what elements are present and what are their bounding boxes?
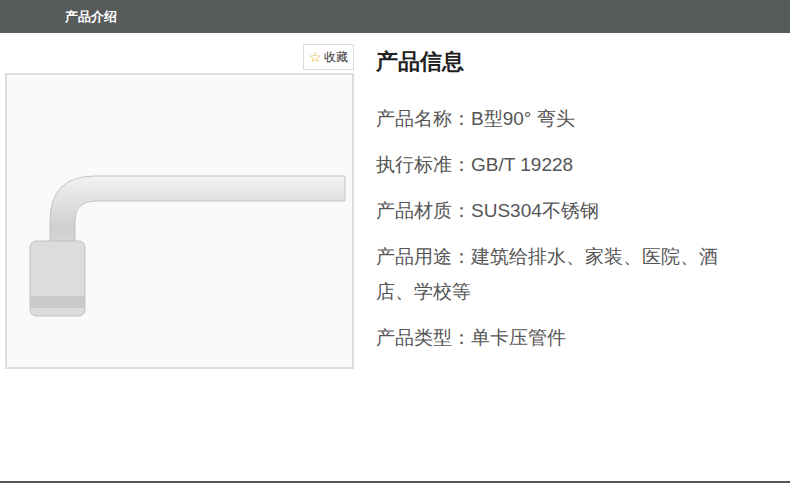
header-title: 产品介绍 bbox=[65, 7, 117, 27]
info-label: 产品用途： bbox=[376, 246, 471, 267]
info-title: 产品信息 bbox=[376, 47, 746, 77]
info-label: 执行标准： bbox=[376, 154, 471, 175]
info-label: 产品名称： bbox=[376, 108, 471, 129]
info-value: SUS304不锈钢 bbox=[471, 200, 599, 221]
info-value: GB/T 19228 bbox=[471, 154, 573, 175]
product-page: 产品介绍☆收藏产品信息产品名称：B型90° 弯头执行标准：GB/T 19228产… bbox=[0, 0, 790, 483]
favorite-button[interactable]: ☆收藏 bbox=[303, 44, 354, 70]
image-column: ☆收藏 bbox=[0, 33, 354, 481]
info-value: B型90° 弯头 bbox=[471, 108, 575, 129]
info-column: 产品信息产品名称：B型90° 弯头执行标准：GB/T 19228产品材质：SUS… bbox=[354, 33, 746, 481]
info-label: 产品材质： bbox=[376, 200, 471, 221]
product-image bbox=[5, 73, 354, 369]
info-row: 产品用途：建筑给排水、家装、医院、酒店、学校等 bbox=[376, 239, 746, 309]
elbow-pipe-icon bbox=[10, 81, 350, 361]
info-row: 产品类型：单卡压管件 bbox=[376, 320, 746, 355]
info-row: 产品名称：B型90° 弯头 bbox=[376, 101, 746, 136]
content: ☆收藏产品信息产品名称：B型90° 弯头执行标准：GB/T 19228产品材质：… bbox=[0, 33, 790, 483]
favorite-label: 收藏 bbox=[324, 48, 348, 66]
header-bar: 产品介绍 bbox=[0, 0, 790, 33]
info-row: 产品材质：SUS304不锈钢 bbox=[376, 193, 746, 228]
info-value: 单卡压管件 bbox=[471, 327, 566, 348]
info-row: 执行标准：GB/T 19228 bbox=[376, 147, 746, 182]
star-icon: ☆ bbox=[309, 50, 322, 64]
info-list: 产品名称：B型90° 弯头执行标准：GB/T 19228产品材质：SUS304不… bbox=[376, 101, 746, 355]
info-label: 产品类型： bbox=[376, 327, 471, 348]
